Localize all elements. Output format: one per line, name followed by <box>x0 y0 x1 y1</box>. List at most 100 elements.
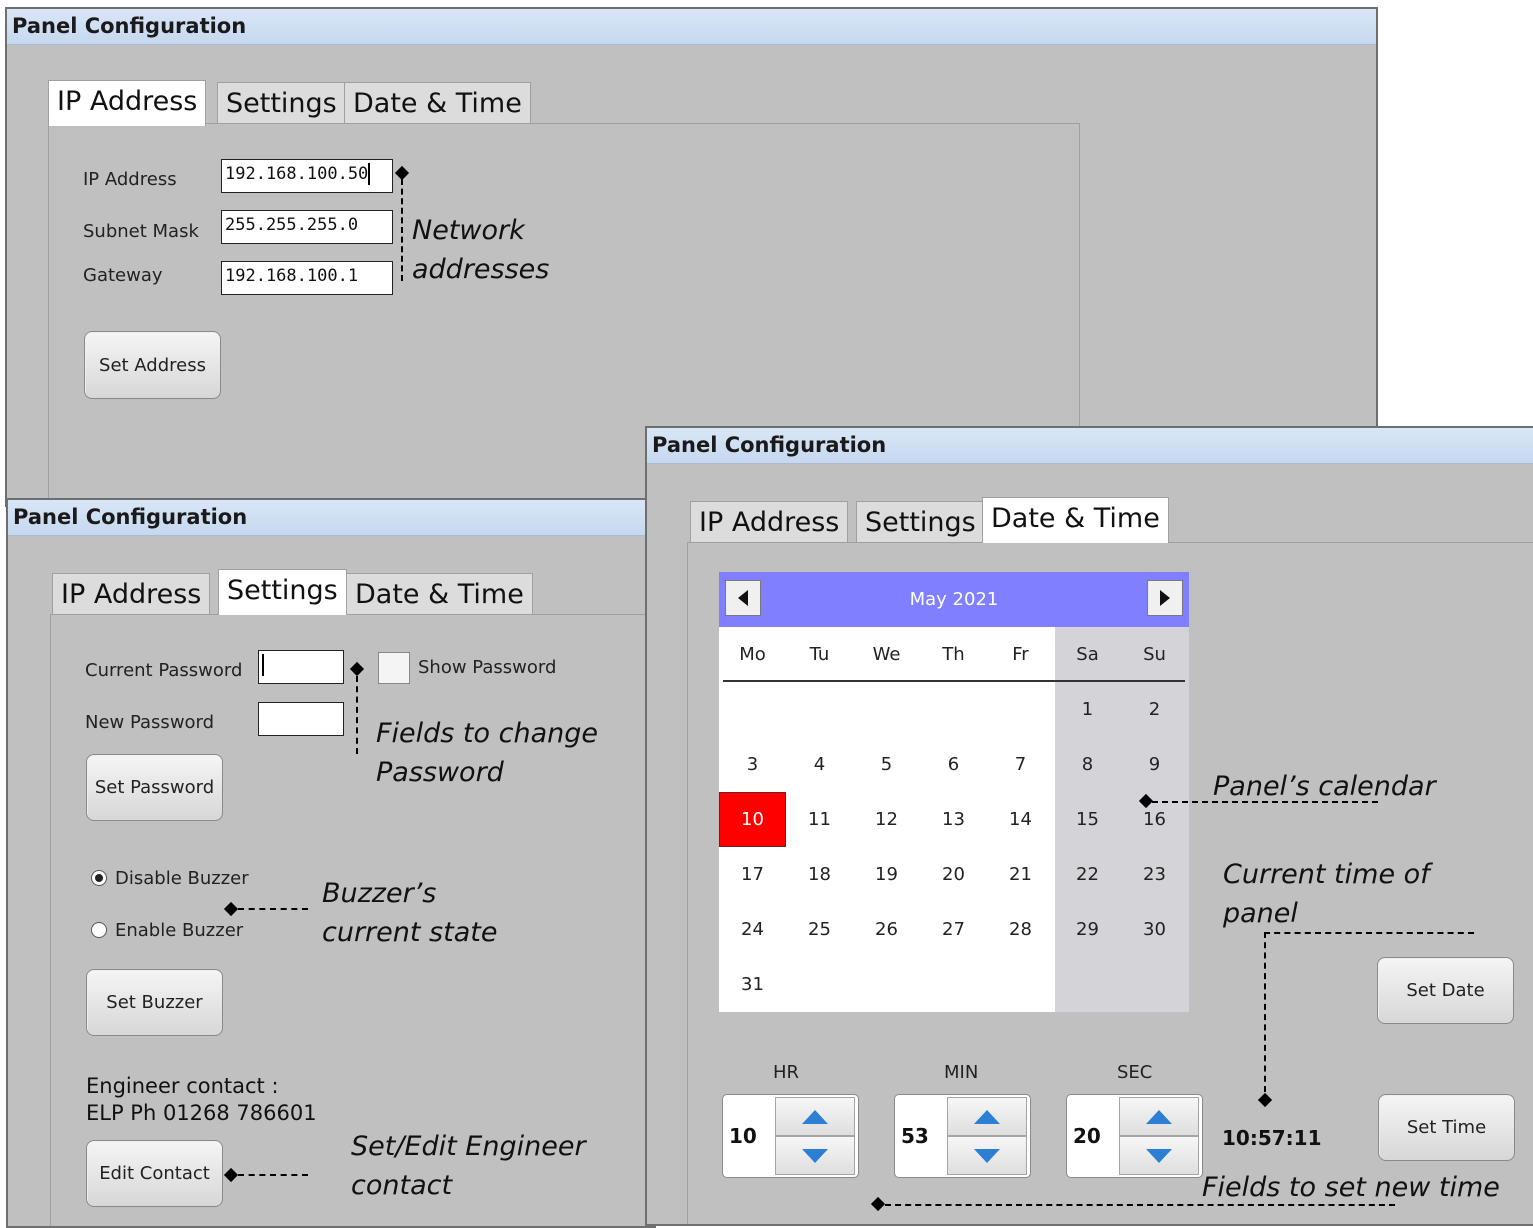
date-time-window: Panel Configuration IP Address Settings … <box>645 426 1533 1226</box>
calendar: May 2021 Mo Tu We Th Fr Sa Su 1 2 3 4 5 6 7 8 9 10 11 12 13… <box>719 572 1189 1012</box>
calendar-day[interactable]: 11 <box>786 792 853 847</box>
tab-ip-address[interactable]: IP Address <box>52 573 211 615</box>
new-password-label: New Password <box>85 712 215 733</box>
weekday-header: Fr <box>1012 644 1029 665</box>
ip-address-input[interactable]: 192.168.100.50 <box>221 159 393 193</box>
calendar-day[interactable]: 25 <box>786 902 853 957</box>
calendar-day[interactable]: 27 <box>920 902 987 957</box>
triangle-up-icon <box>802 1109 828 1124</box>
next-month-button[interactable] <box>1147 580 1183 616</box>
annotation-line <box>885 1204 1395 1206</box>
calendar-day[interactable]: 6 <box>920 737 987 792</box>
calendar-day-selected[interactable]: 10 <box>719 792 786 847</box>
edit-contact-button[interactable]: Edit Contact <box>86 1140 223 1207</box>
enable-buzzer-radio[interactable] <box>91 922 107 938</box>
calendar-day[interactable]: 12 <box>853 792 920 847</box>
tab-ip-address[interactable]: IP Address <box>690 501 849 543</box>
calendar-day[interactable]: 30 <box>1121 902 1188 957</box>
engineer-contact-value: ELP Ph 01268 786601 <box>86 1101 317 1125</box>
triangle-down-icon <box>974 1148 1000 1163</box>
hour-decrement-button[interactable] <box>775 1136 855 1175</box>
arrow-right-icon <box>1160 590 1170 606</box>
engineer-contact-label: Engineer contact : <box>86 1074 279 1098</box>
calendar-day[interactable]: 3 <box>719 737 786 792</box>
panel-calendar-annotation: Panel’s calendar <box>1213 771 1436 802</box>
previous-month-button[interactable] <box>725 580 761 616</box>
set-date-button[interactable]: Set Date <box>1377 957 1514 1024</box>
weekday-header: We <box>872 644 901 665</box>
arrow-left-icon <box>738 590 748 606</box>
calendar-day[interactable]: 26 <box>853 902 920 957</box>
subnet-mask-label: Subnet Mask <box>83 221 199 242</box>
calendar-day[interactable]: 5 <box>853 737 920 792</box>
second-decrement-button[interactable] <box>1119 1136 1199 1175</box>
set-time-button[interactable]: Set Time <box>1378 1094 1515 1161</box>
calendar-day[interactable]: 19 <box>853 847 920 902</box>
gateway-input[interactable]: 192.168.100.1 <box>221 261 393 295</box>
buzzer-state-annotation: Buzzer’s current state <box>322 878 498 948</box>
tab-settings[interactable]: Settings <box>217 82 346 124</box>
show-password-label: Show Password <box>418 657 557 678</box>
window-title: Panel Configuration <box>8 500 654 536</box>
set-password-button[interactable]: Set Password <box>86 754 223 821</box>
calendar-day[interactable]: 1 <box>1054 682 1121 737</box>
calendar-day[interactable]: 21 <box>987 847 1054 902</box>
calendar-day[interactable]: 2 <box>1121 682 1188 737</box>
minute-label: MIN <box>944 1062 979 1083</box>
calendar-divider <box>723 680 1185 682</box>
new-password-input[interactable] <box>258 702 344 736</box>
weekday-header: Mo <box>739 644 766 665</box>
second-value: 20 <box>1073 1124 1101 1148</box>
hour-label: HR <box>773 1062 800 1083</box>
second-spinner[interactable]: 20 <box>1066 1094 1203 1178</box>
second-increment-button[interactable] <box>1119 1097 1199 1136</box>
calendar-day[interactable]: 18 <box>786 847 853 902</box>
set-address-button[interactable]: Set Address <box>84 331 221 399</box>
current-time-display: 10:57:11 <box>1222 1126 1322 1150</box>
triangle-up-icon <box>974 1109 1000 1124</box>
calendar-day[interactable]: 28 <box>987 902 1054 957</box>
calendar-day[interactable]: 22 <box>1054 847 1121 902</box>
triangle-down-icon <box>802 1148 828 1163</box>
calendar-day[interactable]: 14 <box>987 792 1054 847</box>
tab-date-time[interactable]: Date & Time <box>344 82 531 124</box>
network-addresses-annotation: Network addresses <box>412 215 550 285</box>
calendar-day[interactable]: 13 <box>920 792 987 847</box>
show-password-checkbox[interactable] <box>378 652 410 684</box>
set-buzzer-button[interactable]: Set Buzzer <box>86 969 223 1036</box>
set-new-time-annotation: Fields to set new time <box>1202 1172 1500 1203</box>
calendar-day[interactable]: 15 <box>1054 792 1121 847</box>
disable-buzzer-radio[interactable] <box>91 870 107 886</box>
calendar-day[interactable]: 24 <box>719 902 786 957</box>
weekday-header: Th <box>942 644 965 665</box>
subnet-mask-input[interactable]: 255.255.255.0 <box>221 210 393 244</box>
calendar-day[interactable]: 17 <box>719 847 786 902</box>
minute-spinner[interactable]: 53 <box>894 1094 1031 1178</box>
settings-window: Panel Configuration IP Address Settings … <box>6 498 656 1228</box>
tab-settings[interactable]: Settings <box>856 501 985 543</box>
tab-date-time[interactable]: Date & Time <box>346 573 533 615</box>
calendar-day[interactable]: 9 <box>1121 737 1188 792</box>
calendar-day[interactable]: 31 <box>719 957 786 1012</box>
current-time-annotation: Current time of panel <box>1223 859 1430 929</box>
hour-value: 10 <box>729 1124 757 1148</box>
current-password-input[interactable] <box>258 650 344 684</box>
minute-increment-button[interactable] <box>947 1097 1027 1136</box>
calendar-day[interactable]: 20 <box>920 847 987 902</box>
calendar-day[interactable]: 23 <box>1121 847 1188 902</box>
tab-settings[interactable]: Settings <box>218 569 347 615</box>
minute-decrement-button[interactable] <box>947 1136 1027 1175</box>
second-label: SEC <box>1117 1062 1153 1083</box>
tab-ip-address[interactable]: IP Address <box>48 80 207 126</box>
tab-date-time[interactable]: Date & Time <box>982 497 1169 543</box>
calendar-day[interactable]: 4 <box>786 737 853 792</box>
minute-value: 53 <box>901 1124 929 1148</box>
calendar-day[interactable]: 29 <box>1054 902 1121 957</box>
annotation-line <box>238 908 308 910</box>
enable-buzzer-label: Enable Buzzer <box>115 920 244 941</box>
hour-increment-button[interactable] <box>775 1097 855 1136</box>
calendar-day[interactable]: 7 <box>987 737 1054 792</box>
calendar-day[interactable]: 8 <box>1054 737 1121 792</box>
hour-spinner[interactable]: 10 <box>722 1094 859 1178</box>
annotation-line <box>356 676 358 754</box>
